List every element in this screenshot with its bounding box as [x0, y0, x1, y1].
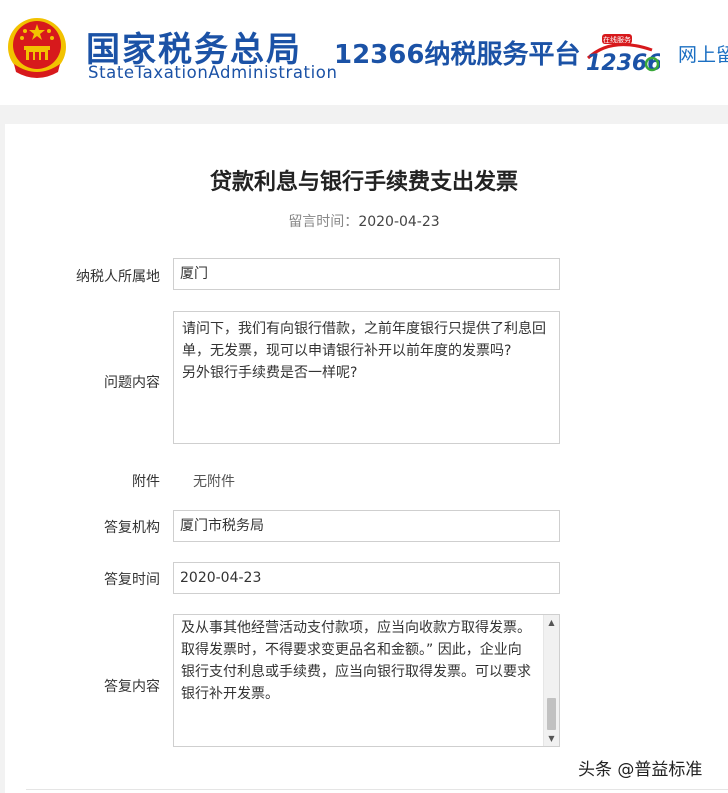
reply-line: 及从事其他经营活动支付款项，应当向收款方取得发票。: [181, 620, 531, 636]
reply-content-label: 答复内容: [104, 679, 160, 695]
reply-scrollbar[interactable]: ▲ ▼: [543, 615, 559, 746]
logo-badge-text: 在线服务: [603, 35, 631, 44]
page-title: 贷款利息与银行手续费支出发票: [209, 170, 518, 195]
location-field[interactable]: 厦门: [173, 258, 560, 290]
online-message-link[interactable]: 网上留: [678, 40, 728, 67]
reply-time-label: 答复时间: [104, 572, 160, 588]
question-textarea[interactable]: 请问下，我们有向银行借款，之前年度银行只提供了利息回 单，无发票，现可以申请银行…: [173, 311, 560, 444]
logo-12366: 在线服务 12366: [586, 34, 660, 76]
reply-time-value: 2020-04-23: [180, 570, 262, 586]
site-header: 国家税务总局 StateTaxationAdministration 12366…: [0, 0, 728, 105]
reply-agency-field[interactable]: 厦门市税务局: [173, 510, 560, 542]
divider: [26, 789, 728, 790]
brand-name-en: StateTaxationAdministration: [88, 63, 338, 82]
reply-agency-value: 厦门市税务局: [180, 518, 264, 534]
message-time: 留言时间：2020-04-23: [0, 211, 728, 231]
scroll-up-arrow-icon[interactable]: ▲: [544, 615, 559, 630]
location-value: 厦门: [180, 266, 208, 282]
reply-content-textarea[interactable]: 及从事其他经营活动支付款项，应当向收款方取得发票。 取得发票时，不得要求变更品名…: [173, 614, 560, 747]
national-emblem-icon: [8, 18, 66, 78]
reply-line: 银行补开发票。: [181, 686, 279, 702]
reply-line: 银行支付利息或手续费，应当向银行取得发票。可以要求: [181, 664, 531, 680]
question-line: 单，无发票，现可以申请银行补开以前年度的发票吗?: [182, 343, 512, 359]
attachment-label: 附件: [132, 474, 160, 490]
attachment-value: 无附件: [193, 474, 235, 490]
reply-line: 取得发票时，不得要求变更品名和金额。” 因此，企业向: [181, 642, 522, 658]
question-line: 请问下，我们有向银行借款，之前年度银行只提供了利息回: [182, 321, 546, 337]
scrollbar-thumb[interactable]: [547, 698, 556, 730]
logo-number-text: 12366: [586, 51, 660, 76]
watermark: 头条 @普益标准: [578, 760, 703, 780]
scroll-down-arrow-icon[interactable]: ▼: [544, 731, 559, 746]
reply-agency-label: 答复机构: [104, 520, 160, 536]
location-label: 纳税人所属地: [76, 269, 160, 285]
platform-name: 12366纳税服务平台: [334, 40, 581, 70]
message-time-value: 2020-04-23: [358, 214, 440, 230]
message-time-label: 留言时间：: [288, 214, 359, 230]
question-line: 另外银行手续费是否一样呢?: [182, 365, 358, 381]
question-label: 问题内容: [104, 375, 160, 391]
reply-time-field[interactable]: 2020-04-23: [173, 562, 560, 594]
